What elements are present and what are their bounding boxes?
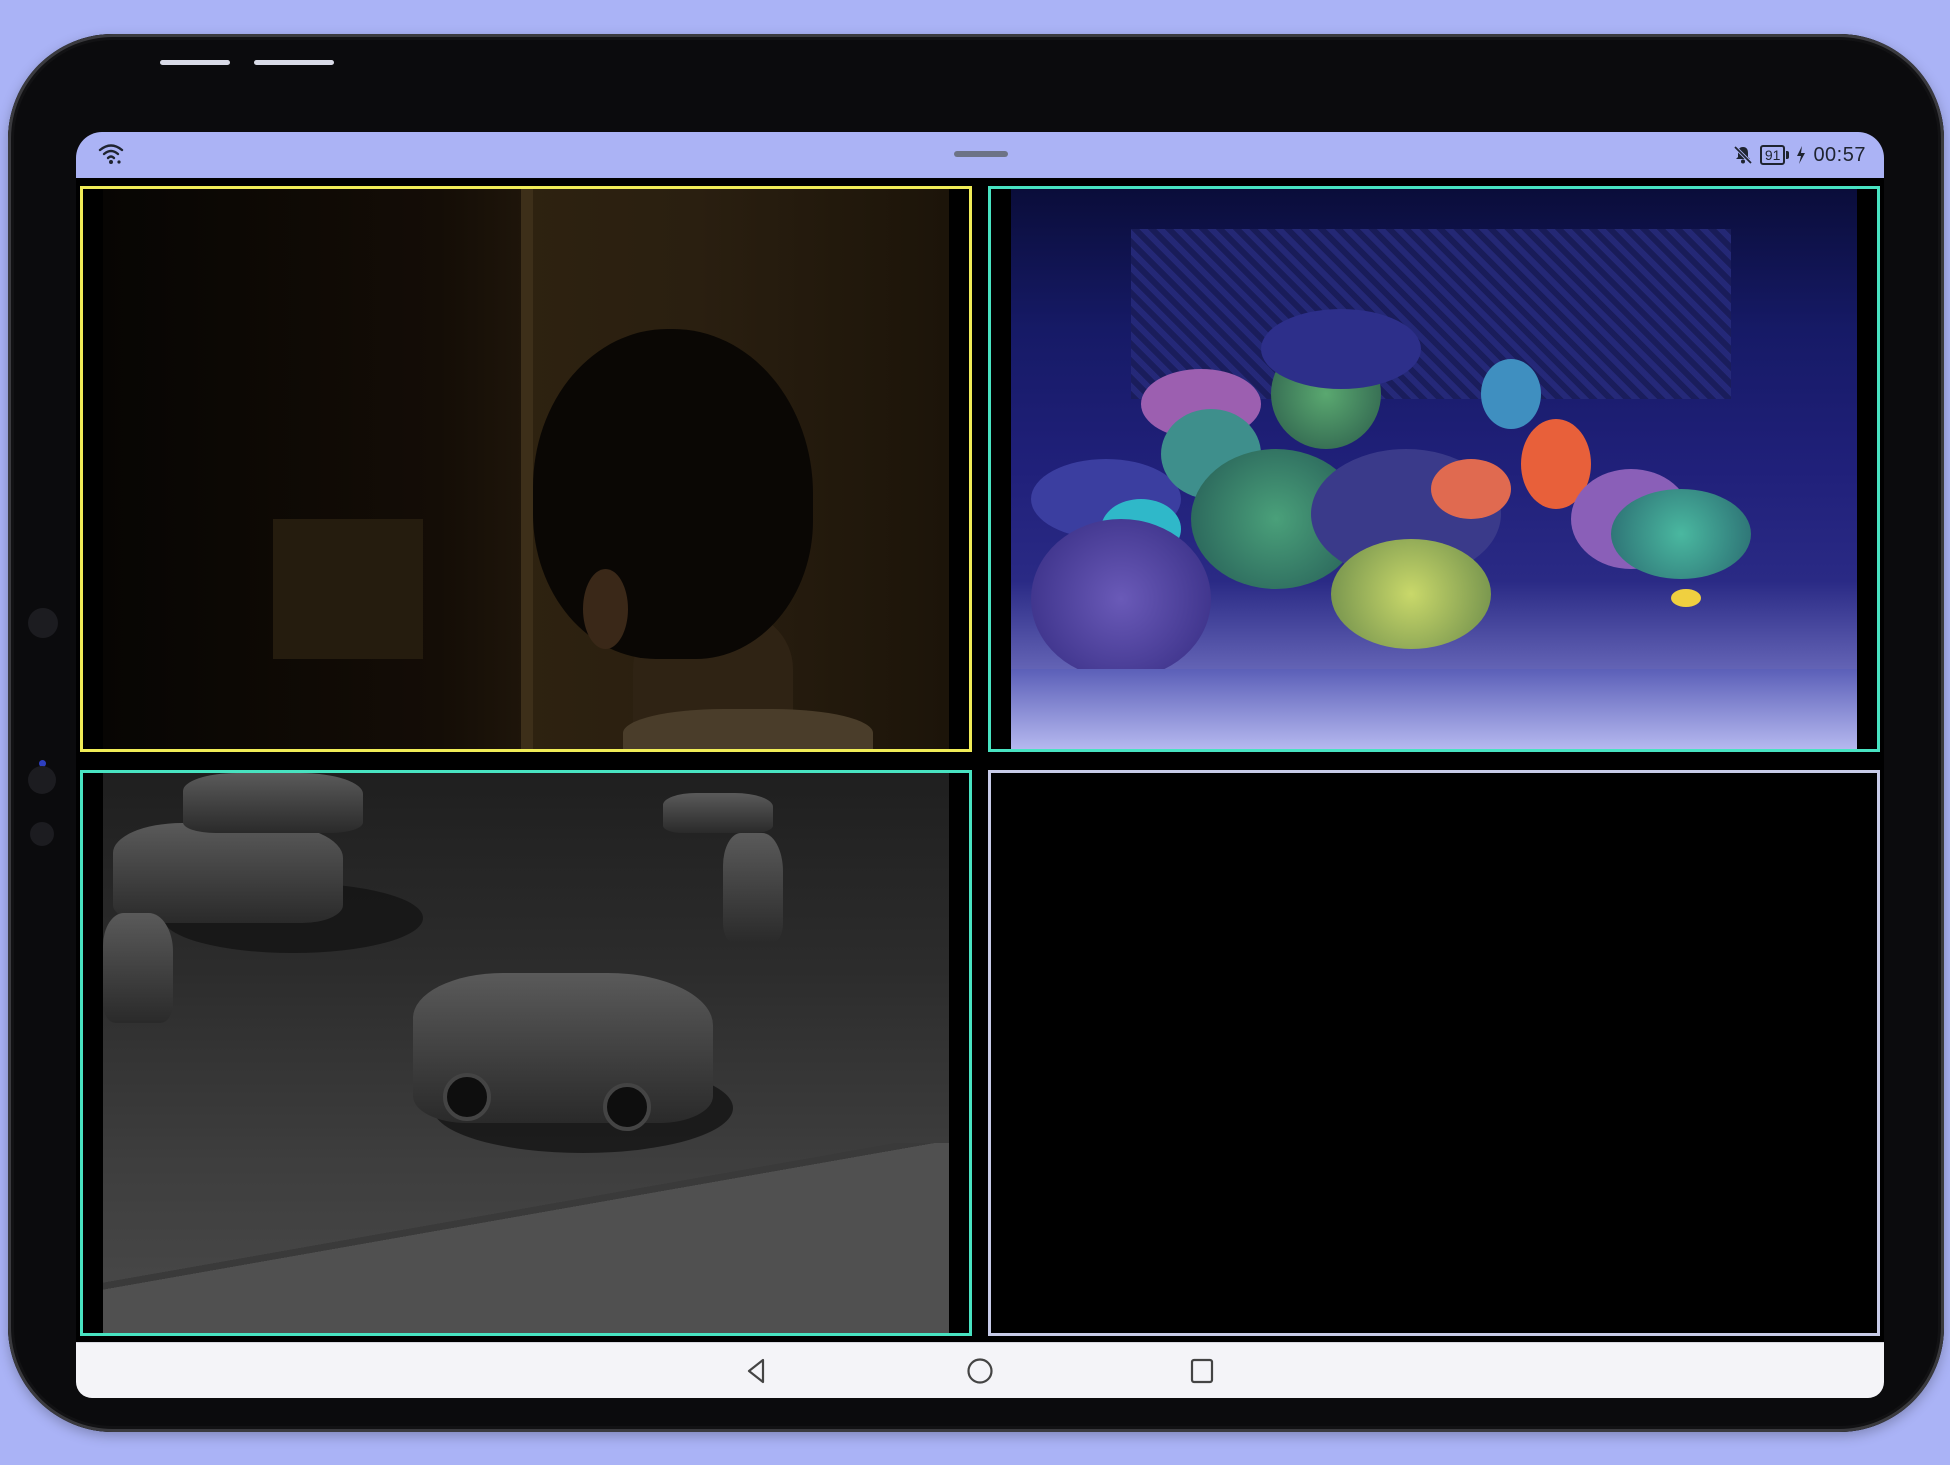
camera-feed-parking [103,773,949,1333]
wifi-icon [98,144,124,164]
home-icon [967,1358,993,1384]
side-sensor [28,766,56,794]
camera-tile-empty[interactable] [988,770,1880,1336]
charging-icon [1797,146,1806,164]
recents-button[interactable] [1182,1353,1222,1389]
notifications-off-icon [1733,145,1753,165]
camera-tile-2[interactable] [988,186,1880,752]
camera-tile-1[interactable] [80,186,972,752]
status-bar: 91 00:57 [76,132,1884,178]
navigation-bar [76,1342,1884,1398]
camera-tile-3[interactable] [80,770,972,1336]
camera-feed-aquarium [1011,189,1857,749]
back-icon [747,1358,765,1384]
battery-icon: 91 [1759,145,1790,165]
drag-handle[interactable] [954,151,1008,157]
clock: 00:57 [1813,143,1866,166]
recents-icon [1190,1358,1214,1384]
screen: 91 00:57 [76,132,1884,1398]
power-button [254,60,334,65]
side-sensor [28,608,58,638]
battery-level: 91 [1759,145,1786,165]
back-button[interactable] [736,1353,776,1389]
status-indicators: 91 00:57 [1733,142,1866,168]
home-button[interactable] [960,1353,1000,1389]
camera-feed-indoor [103,189,949,749]
tablet-device: 91 00:57 [8,34,1944,1432]
side-sensor [30,822,54,846]
volume-button [160,60,230,65]
